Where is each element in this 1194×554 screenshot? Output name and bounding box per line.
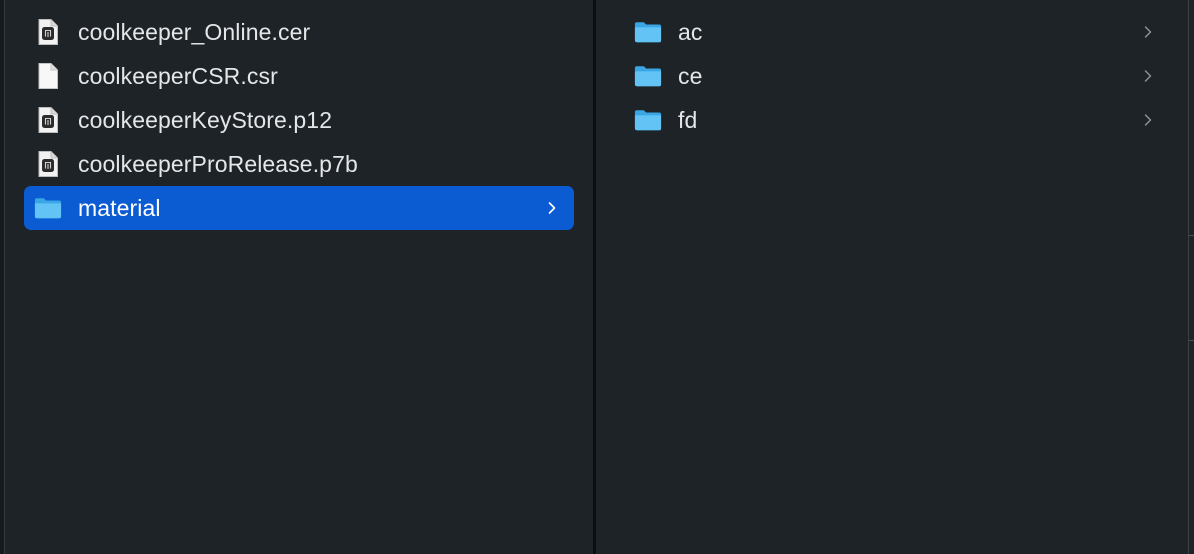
folder-icon — [34, 193, 62, 223]
certificate-file-icon — [34, 105, 62, 135]
folder-row-ce[interactable]: ce — [624, 54, 1170, 98]
folder-icon — [634, 105, 662, 135]
chevron-right-icon — [1138, 66, 1158, 86]
column-parent[interactable]: coolkeeper_Online.cer coolkeeperCSR.csr — [5, 0, 594, 554]
folder-name: ce — [678, 62, 703, 89]
certificate-file-icon — [34, 17, 62, 47]
folder-name: fd — [678, 106, 698, 133]
folder-row-material[interactable]: material — [24, 186, 574, 230]
certificate-file-icon — [34, 149, 62, 179]
file-name: coolkeeperProRelease.p7b — [78, 150, 358, 177]
file-row-coolkeeper-online-cer[interactable]: coolkeeper_Online.cer — [24, 10, 574, 54]
file-row-coolkeeper-csr[interactable]: coolkeeperCSR.csr — [24, 54, 574, 98]
folder-icon — [634, 17, 662, 47]
chevron-right-icon — [1138, 22, 1158, 42]
folder-name: material — [78, 194, 161, 221]
file-name: coolkeeper_Online.cer — [78, 18, 311, 45]
divider-tick — [1189, 340, 1194, 341]
blank-document-icon — [34, 61, 62, 91]
column-material-contents[interactable]: ac ce fd — [596, 0, 1188, 554]
folder-row-fd[interactable]: fd — [624, 98, 1170, 142]
folder-row-ac[interactable]: ac — [624, 10, 1170, 54]
folder-icon — [634, 61, 662, 91]
file-name: coolkeeperKeyStore.p12 — [78, 106, 333, 133]
file-row-coolkeeper-prorelease-p7b[interactable]: coolkeeperProRelease.p7b — [24, 142, 574, 186]
folder-name: ac — [678, 18, 703, 45]
divider-tick — [1189, 235, 1194, 236]
right-column-edge[interactable] — [1188, 0, 1194, 554]
chevron-right-icon — [1138, 110, 1158, 130]
chevron-right-icon — [542, 198, 562, 218]
file-name: coolkeeperCSR.csr — [78, 62, 278, 89]
file-row-coolkeeper-keystore-p12[interactable]: coolkeeperKeyStore.p12 — [24, 98, 574, 142]
finder-column-browser: coolkeeper_Online.cer coolkeeperCSR.csr — [0, 0, 1194, 554]
